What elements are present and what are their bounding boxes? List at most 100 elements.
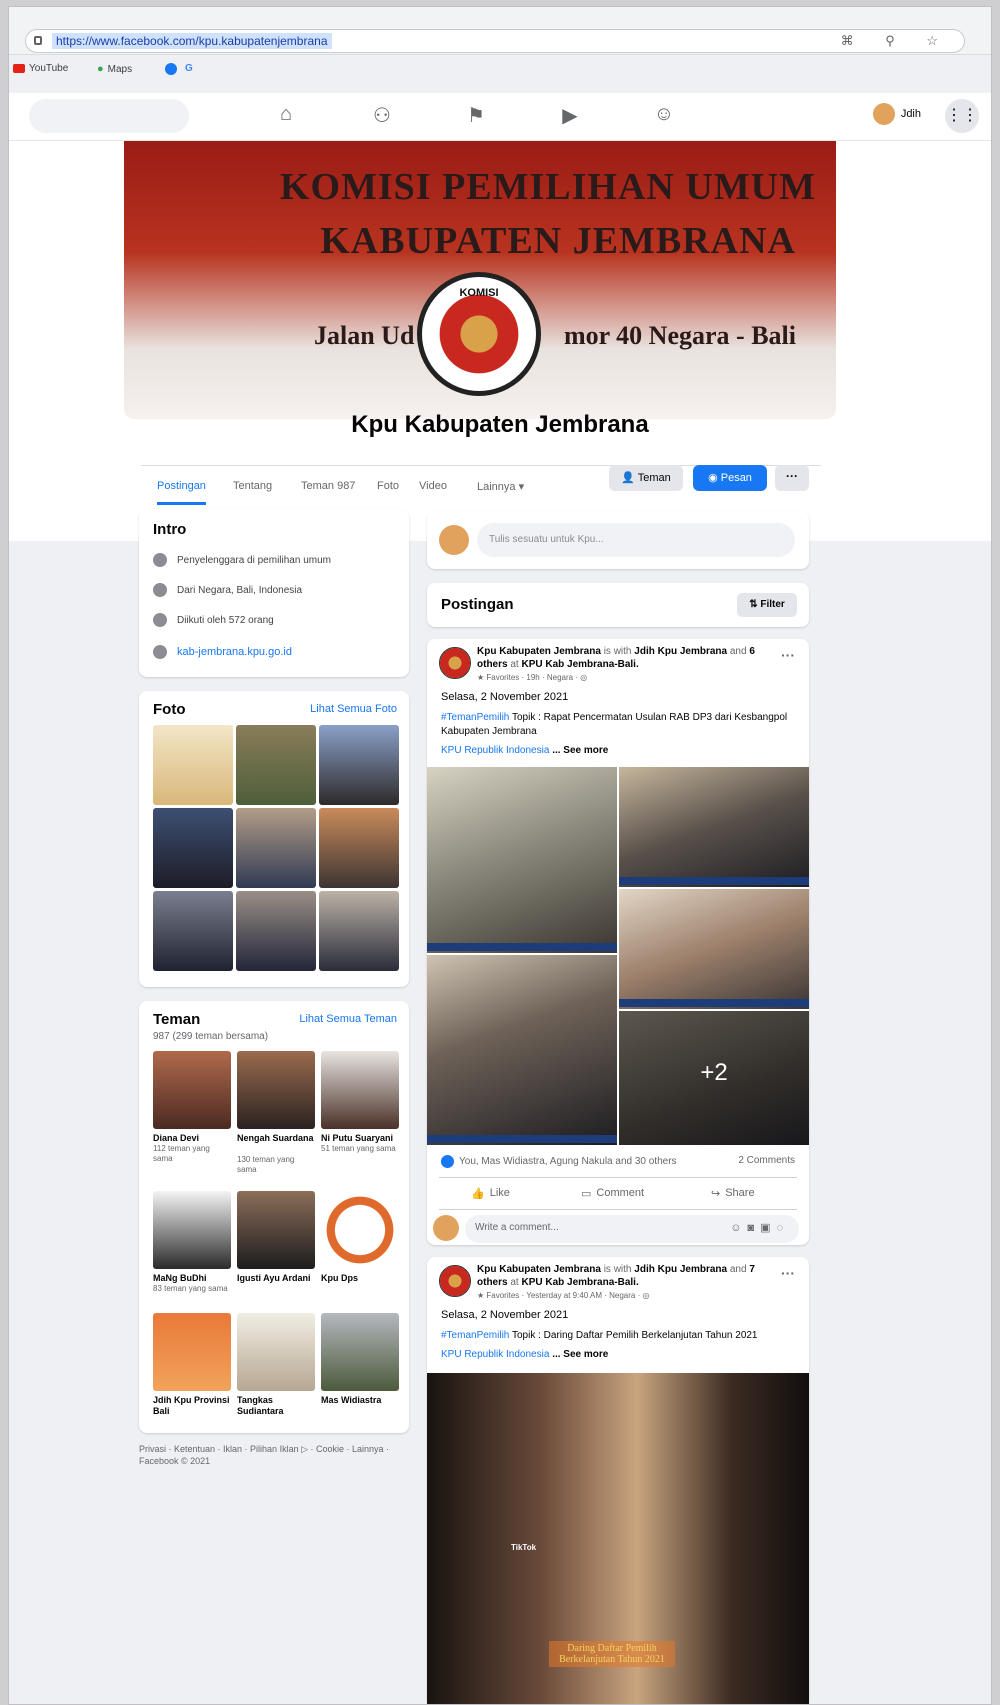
photo-thumbnail[interactable] — [153, 808, 233, 888]
location-pin-icon — [153, 583, 167, 597]
photo-thumbnail[interactable] — [236, 808, 316, 888]
hashtag-link[interactable]: #TemanPemilih — [441, 1330, 509, 1341]
friend-mutual: 83 teman yang sama — [153, 1284, 228, 1293]
post-date: Selasa, 2 November 2021 — [441, 691, 569, 703]
message-button[interactable]: ◉ Pesan — [693, 465, 767, 491]
friend-button[interactable]: 👤 Teman — [609, 465, 683, 491]
footer-links[interactable]: Privasi · Ketentuan · Iklan · Pilihan Ik… — [139, 1443, 409, 1467]
intro-card: Intro Penyelenggara di pemilihan umum Da… — [139, 509, 409, 677]
comment-input[interactable]: Write a comment... ☺◙▣◌ — [465, 1215, 799, 1243]
post-options-button[interactable]: ··· — [781, 1265, 795, 1281]
friend-photo[interactable] — [153, 1051, 231, 1129]
tab-foto[interactable]: Foto — [377, 480, 399, 492]
friend-name[interactable]: Kpu Dps — [321, 1273, 399, 1284]
friend-name[interactable]: Jdih Kpu Provinsi Bali — [153, 1395, 231, 1417]
post-author-avatar[interactable] — [439, 1265, 471, 1297]
friend-photo[interactable] — [321, 1313, 399, 1391]
tagged-user[interactable]: Jdih Kpu Jembrana — [634, 646, 727, 657]
home-icon[interactable]: ⌂ — [271, 103, 301, 126]
friend-photo[interactable] — [321, 1191, 399, 1269]
friend-photo[interactable] — [237, 1191, 315, 1269]
watch-icon[interactable]: ▶ — [555, 103, 585, 128]
photo-thumbnail[interactable] — [236, 725, 316, 805]
comment-button[interactable]: ▭ Comment — [581, 1187, 644, 1200]
reactions-summary[interactable]: You, Mas Widiastra, Agung Nakula and 30 … — [441, 1155, 677, 1168]
comments-count[interactable]: 2 Comments — [738, 1155, 795, 1166]
post-photo[interactable] — [619, 889, 809, 1009]
photo-thumbnail[interactable] — [236, 891, 316, 971]
tab-postingan[interactable]: Postingan — [157, 480, 206, 505]
bookmark-google[interactable]: G — [185, 63, 193, 74]
pages-flag-icon[interactable]: ⚑ — [461, 103, 491, 128]
tab-video[interactable]: Video — [419, 480, 447, 492]
photo-thumbnail[interactable] — [319, 891, 399, 971]
source-link[interactable]: KPU Republik Indonesia — [441, 745, 549, 756]
post-author[interactable]: Kpu Kabupaten Jembrana — [477, 646, 601, 657]
google-icon: G — [185, 63, 193, 74]
post-photo[interactable] — [427, 767, 617, 953]
post-video[interactable]: TikTok Daring Daftar Pemilih Berkelanjut… — [427, 1373, 809, 1704]
search-input[interactable] — [29, 99, 189, 133]
post-photo-more[interactable]: +2 — [619, 1011, 809, 1145]
photo-thumbnail[interactable] — [153, 725, 233, 805]
groups-icon[interactable]: ☺ — [649, 103, 679, 126]
account-chip[interactable]: Jdih — [872, 103, 921, 125]
friends-icon[interactable]: ⚇ — [367, 103, 397, 128]
more-photos-count: +2 — [700, 1059, 728, 1086]
post-location[interactable]: KPU Kab Jembrana-Bali. — [521, 659, 638, 670]
photo-thumbnail[interactable] — [319, 808, 399, 888]
see-all-photos-link[interactable]: Lihat Semua Foto — [310, 703, 397, 715]
source-link[interactable]: KPU Republik Indonesia — [441, 1349, 549, 1360]
intro-website[interactable]: kab-jembrana.kpu.go.id — [153, 645, 292, 659]
friends-count: 987 (299 teman bersama) — [153, 1031, 269, 1042]
tab-lainnya[interactable]: Lainnya ▾ — [477, 480, 524, 493]
friend-name[interactable]: Igusti Ayu Ardani — [237, 1273, 321, 1284]
video-caption: Daring Daftar Pemilih Berkelanjutan Tahu… — [549, 1641, 675, 1667]
bookmark-maps[interactable]: ● Maps — [97, 63, 132, 75]
share-arrow-icon: ↪ — [711, 1188, 721, 1200]
post-header-text: Kpu Kabupaten Jembrana is with Jdih Kpu … — [477, 646, 755, 670]
photo-thumbnail[interactable] — [319, 725, 399, 805]
post-options-button[interactable]: ··· — [781, 647, 795, 663]
post-author-avatar[interactable] — [439, 647, 471, 679]
photo-thumbnail[interactable] — [153, 891, 233, 971]
tab-tentang[interactable]: Tentang — [233, 480, 272, 492]
friend-name[interactable]: Ni Putu Suaryani — [321, 1133, 401, 1144]
friend-name[interactable]: Tangkas Sudiantara — [237, 1395, 315, 1417]
tagged-user[interactable]: Jdih Kpu Jembrana — [634, 1264, 727, 1275]
filter-button[interactable]: ⇅ Filter — [737, 593, 797, 617]
see-more-link[interactable]: ... See more — [552, 745, 608, 756]
profile-logo[interactable]: KOMISI — [417, 272, 541, 396]
friend-photo[interactable] — [237, 1051, 315, 1129]
menu-grid-icon[interactable]: ⋮⋮ — [945, 99, 979, 133]
post-photo[interactable] — [619, 767, 809, 887]
friend-name[interactable]: MaNg BuDhi — [153, 1273, 231, 1284]
post-author[interactable]: Kpu Kabupaten Jembrana — [477, 1264, 601, 1275]
friend-photo[interactable] — [321, 1051, 399, 1129]
cover-title-line1: KOMISI PEMILIHAN UMUM — [279, 166, 816, 208]
photos-card: Foto Lihat Semua Foto — [139, 691, 409, 987]
url-text[interactable]: https://www.facebook.com/kpu.kabupatenje… — [52, 33, 332, 49]
post-location[interactable]: KPU Kab Jembrana-Bali. — [521, 1277, 638, 1288]
see-more-link[interactable]: ... See more — [552, 1349, 608, 1360]
composer-input[interactable]: Tulis sesuatu untuk Kpu... — [477, 523, 795, 557]
post-photo[interactable] — [427, 955, 617, 1145]
friend-name[interactable]: Nengah Suardana — [237, 1133, 315, 1144]
emoji-camera-gif-sticker-icon[interactable]: ☺◙▣◌ — [730, 1221, 789, 1234]
bookmark-youtube[interactable]: YouTube — [13, 63, 68, 74]
friend-photo[interactable] — [153, 1191, 231, 1269]
tab-teman[interactable]: Teman 987 — [301, 480, 355, 492]
rss-icon — [153, 613, 167, 627]
share-button[interactable]: ↪ Share — [711, 1187, 755, 1200]
bookmark-facebook[interactable] — [165, 63, 177, 75]
like-button[interactable]: 👍 Like — [471, 1187, 510, 1200]
friend-photo[interactable] — [153, 1313, 231, 1391]
more-options-button[interactable]: ··· — [775, 465, 809, 491]
friend-name[interactable]: Mas Widiastra — [321, 1395, 399, 1406]
friend-photo[interactable] — [237, 1313, 315, 1391]
hashtag-link[interactable]: #TemanPemilih — [441, 712, 509, 723]
see-all-friends-link[interactable]: Lihat Semua Teman — [299, 1013, 397, 1025]
address-bar[interactable]: https://www.facebook.com/kpu.kabupatenje… — [25, 29, 965, 53]
friend-name[interactable]: Diana Devi — [153, 1133, 231, 1144]
address-bar-icons[interactable]: ⌘ ⚲ ☆ — [841, 33, 952, 49]
